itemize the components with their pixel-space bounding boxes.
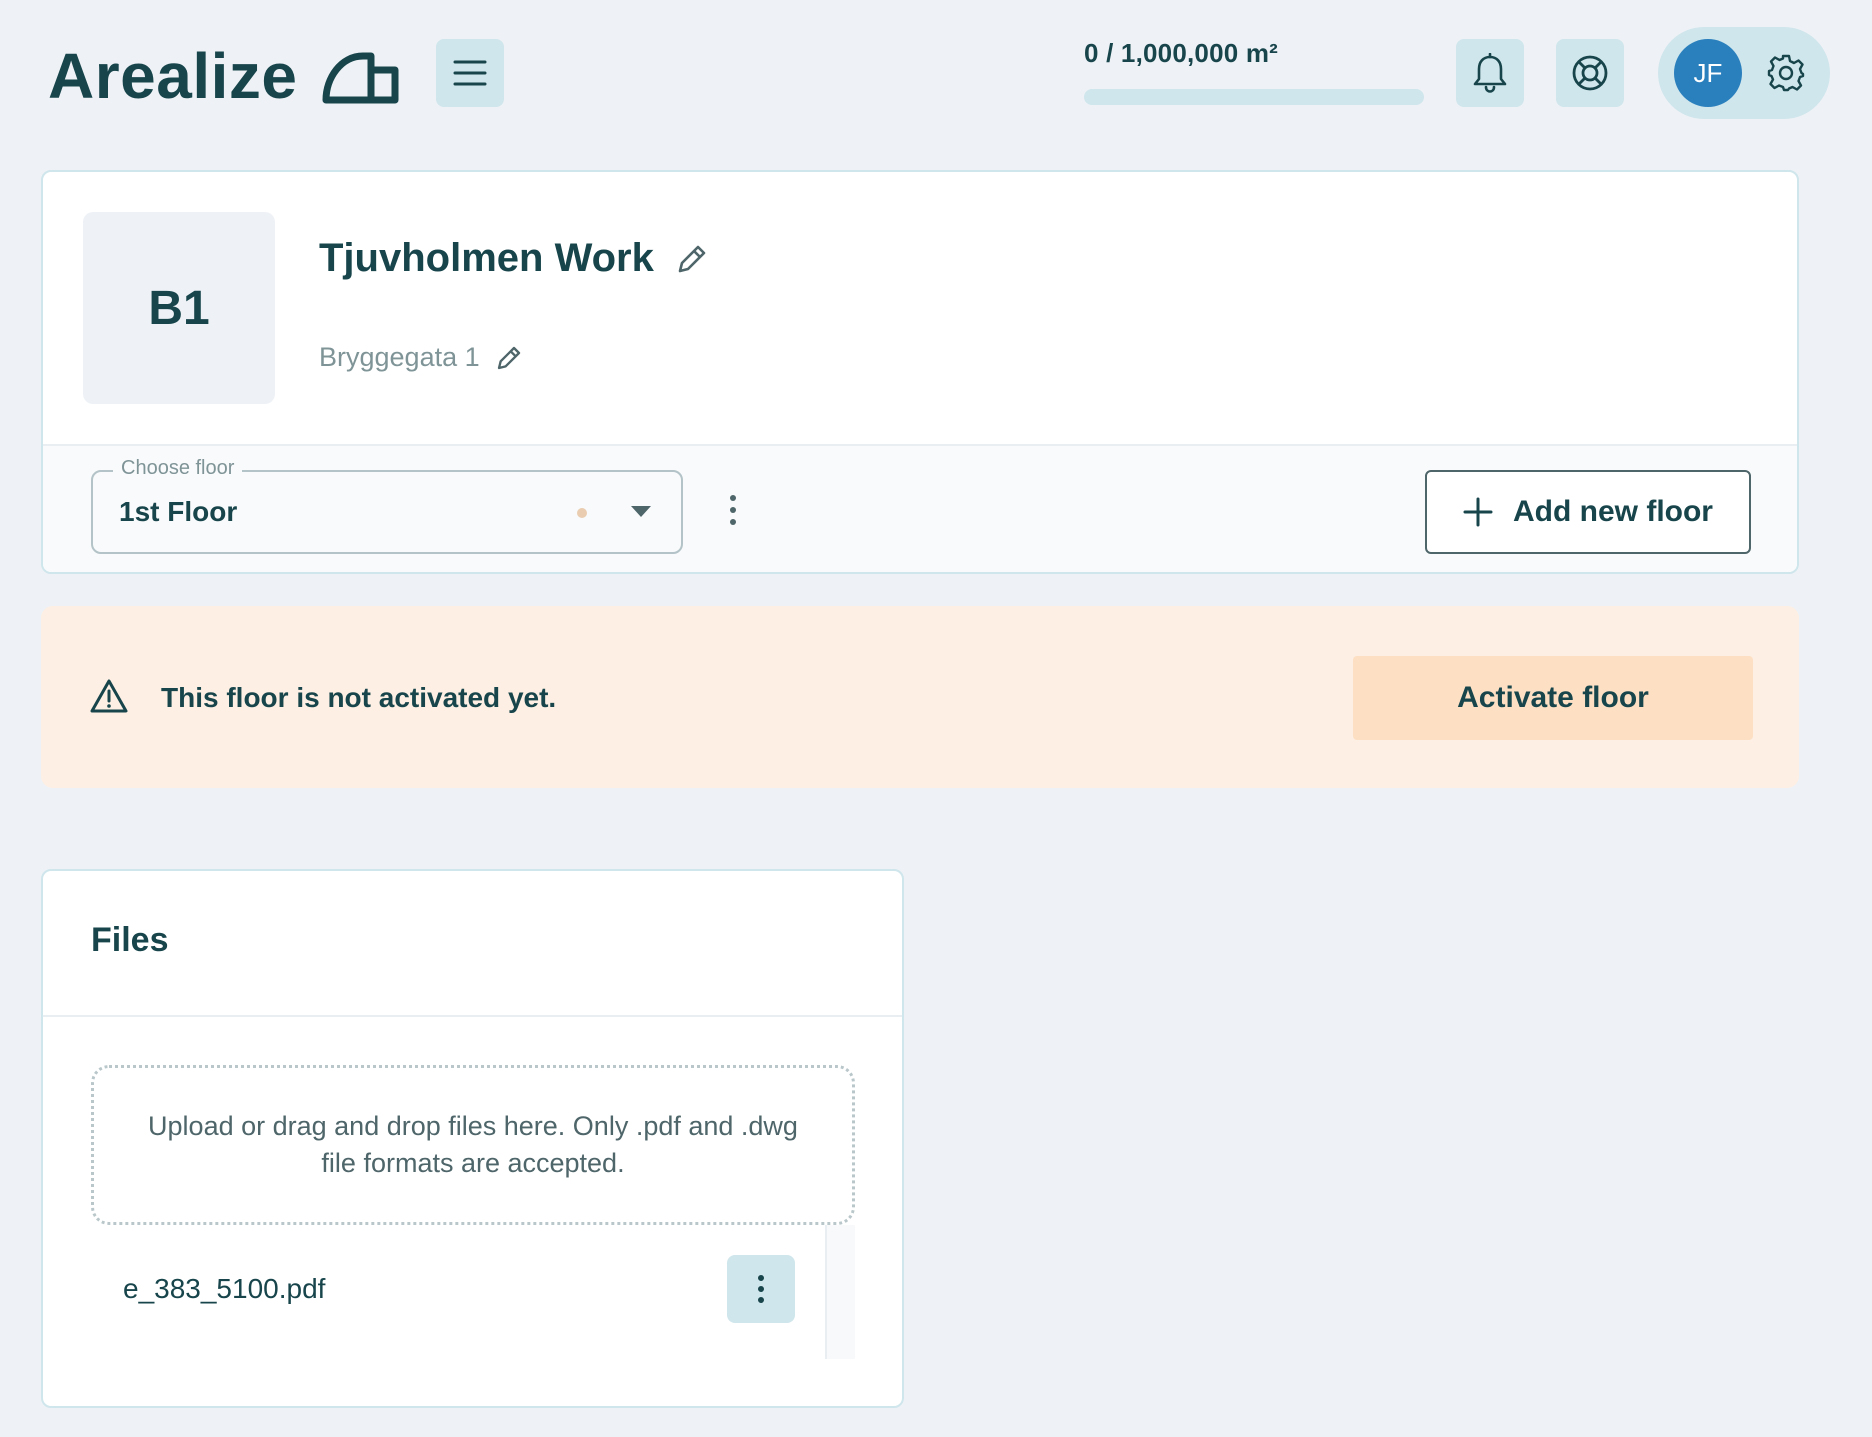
activate-floor-button[interactable]: Activate floor (1353, 656, 1753, 740)
notifications-button[interactable] (1456, 39, 1524, 107)
area-quota: 0 / 1,000,000 m² (1084, 38, 1424, 105)
floor-select[interactable]: Choose floor 1st Floor (91, 457, 683, 554)
floor-options-kebab-icon[interactable] (723, 492, 743, 532)
logo-text: Arealize (48, 40, 298, 112)
user-menu[interactable]: JF (1658, 27, 1830, 119)
app-logo[interactable]: Arealize (48, 40, 399, 112)
menu-button[interactable] (436, 39, 504, 107)
building-address: Bryggegata 1 (319, 342, 524, 373)
quota-text: 0 / 1,000,000 m² (1084, 38, 1278, 68)
add-new-floor-button[interactable]: Add new floor (1425, 470, 1751, 554)
file-row[interactable]: e_383_5100.pdf (91, 1255, 795, 1323)
kebab-icon (758, 1275, 764, 1303)
warning-triangle-icon (90, 679, 128, 713)
building-name: Tjuvholmen Work (319, 236, 710, 281)
building-address-text: Bryggegata 1 (319, 342, 480, 372)
gear-icon[interactable] (1766, 53, 1806, 93)
floor-not-activated-alert: This floor is not activated yet. Activat… (41, 606, 1799, 788)
top-bar: Arealize 0 / 1,000,000 m² JF (0, 0, 1872, 150)
files-card: Files Upload or drag and drop files here… (41, 869, 904, 1408)
file-list: e_383_5100.pdf (91, 1225, 855, 1359)
quota-progress-bar (1084, 89, 1424, 105)
files-divider (43, 1015, 902, 1017)
edit-address-pencil-icon[interactable] (494, 343, 524, 373)
floor-select-label: Choose floor (113, 457, 243, 480)
avatar[interactable]: JF (1674, 39, 1742, 107)
alert-message: This floor is not activated yet. (161, 682, 557, 713)
file-list-scrollbar[interactable] (825, 1225, 855, 1359)
files-title: Files (91, 921, 169, 959)
dropzone-text: Upload or drag and drop files here. Only… (148, 1111, 798, 1178)
building-card: B1 Tjuvholmen Work Bryggegata 1 Choose f… (41, 170, 1799, 574)
floor-select-value: 1st Floor (119, 496, 238, 527)
edit-name-pencil-icon[interactable] (674, 241, 710, 277)
building-logo-icon (322, 52, 399, 104)
lifebuoy-icon (1572, 55, 1608, 91)
caret-down-icon[interactable] (631, 506, 651, 517)
help-button[interactable] (1556, 39, 1624, 107)
building-thumbnail: B1 (83, 212, 275, 404)
bell-icon (1473, 53, 1507, 93)
building-name-text: Tjuvholmen Work (319, 236, 654, 280)
file-dropzone[interactable]: Upload or drag and drop files here. Only… (91, 1065, 855, 1225)
file-options-button[interactable] (727, 1255, 795, 1323)
floor-status-dot (577, 508, 587, 518)
hamburger-menu-icon (453, 60, 487, 86)
file-name[interactable]: e_383_5100.pdf (123, 1273, 325, 1305)
add-new-floor-label: Add new floor (1513, 495, 1713, 528)
floor-toolbar: Choose floor 1st Floor Add new floor (43, 444, 1797, 572)
plus-icon (1463, 497, 1493, 527)
